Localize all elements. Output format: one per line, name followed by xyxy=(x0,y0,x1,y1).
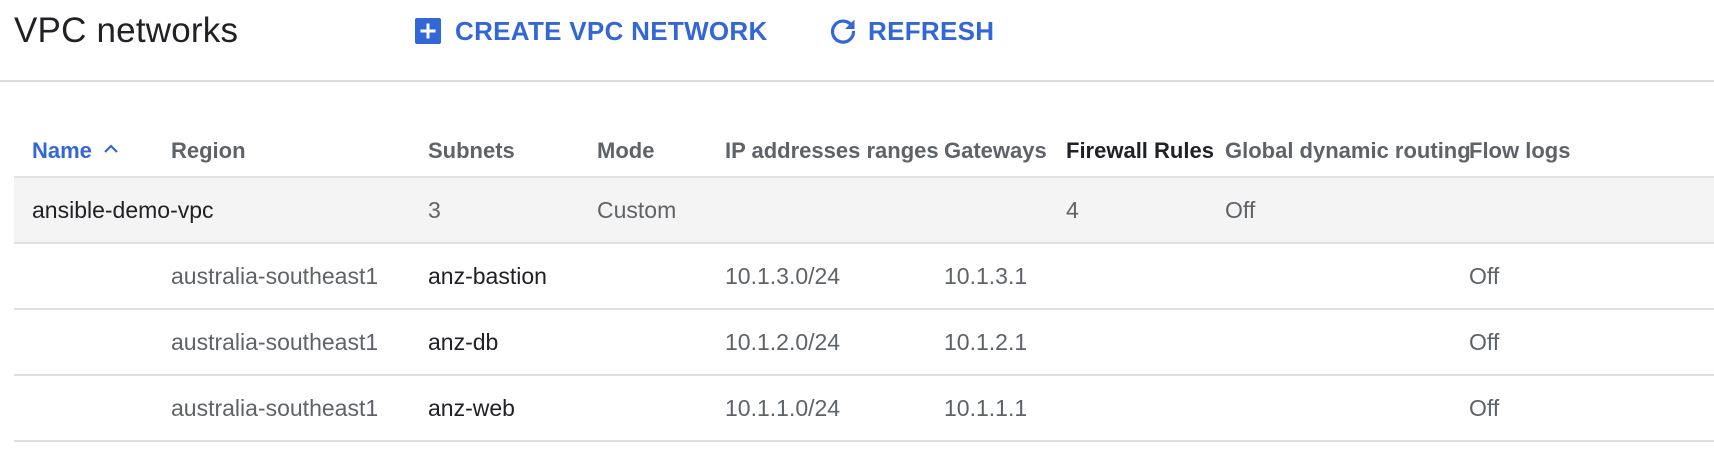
table-header-row: Name Region Subnets Mode IP addresses ra… xyxy=(14,120,1714,178)
network-subnet-count: 3 xyxy=(428,196,441,223)
column-header-name-label: Name xyxy=(32,138,92,163)
vpc-networks-table: Name Region Subnets Mode IP addresses ra… xyxy=(14,120,1714,442)
create-vpc-network-label: CREATE VPC NETWORK xyxy=(455,15,768,46)
column-header-name[interactable]: Name xyxy=(32,120,120,176)
network-firewall-rules-link[interactable]: 4 xyxy=(1066,178,1079,242)
subnet-gateway: 10.1.3.1 xyxy=(944,262,1028,289)
subnet-row: australia-southeast1 anz-bastion 10.1.3.… xyxy=(14,244,1714,310)
subnet-ip-range: 10.1.3.0/24 xyxy=(725,262,841,289)
column-header-subnets[interactable]: Subnets xyxy=(428,120,515,176)
subnet-flow-logs: Off xyxy=(1469,394,1500,421)
column-header-flow-logs[interactable]: Flow logs xyxy=(1469,120,1570,176)
subnet-region: australia-southeast1 xyxy=(171,262,379,289)
subnet-gateway: 10.1.1.1 xyxy=(944,394,1028,421)
column-header-mode[interactable]: Mode xyxy=(597,120,654,176)
add-box-icon xyxy=(413,16,443,46)
refresh-label: REFRESH xyxy=(868,15,995,46)
refresh-button[interactable]: REFRESH xyxy=(828,14,994,48)
column-header-firewall-rules[interactable]: Firewall Rules xyxy=(1066,120,1214,176)
network-global-dynamic-routing: Off xyxy=(1225,196,1256,223)
subnet-flow-logs: Off xyxy=(1469,328,1500,355)
network-name-link[interactable]: ansible-demo-vpc xyxy=(32,178,214,242)
page-header: VPC networks CREATE VPC NETWORK REFRESH xyxy=(0,0,1714,82)
refresh-icon xyxy=(828,16,858,46)
column-header-ip-ranges[interactable]: IP addresses ranges xyxy=(725,120,939,176)
subnet-ip-range: 10.1.2.0/24 xyxy=(725,328,841,355)
subnet-flow-logs: Off xyxy=(1469,262,1500,289)
subnet-region: australia-southeast1 xyxy=(171,328,379,355)
page-title: VPC networks xyxy=(14,11,239,50)
subnet-gateway: 10.1.2.1 xyxy=(944,328,1028,355)
subnet-name-link[interactable]: anz-web xyxy=(428,376,515,440)
network-mode: Custom xyxy=(597,196,677,223)
column-header-gateways[interactable]: Gateways xyxy=(944,120,1047,176)
column-header-global-dynamic-routing[interactable]: Global dynamic routing xyxy=(1225,120,1471,176)
subnet-row: australia-southeast1 anz-web 10.1.1.0/24… xyxy=(14,376,1714,442)
subnet-name-link[interactable]: anz-db xyxy=(428,310,498,374)
subnet-region: australia-southeast1 xyxy=(171,394,379,421)
network-row: ansible-demo-vpc 3 Custom 4 Off xyxy=(14,178,1714,244)
column-header-region[interactable]: Region xyxy=(171,120,246,176)
subnet-ip-range: 10.1.1.0/24 xyxy=(725,394,841,421)
chevron-up-icon xyxy=(102,140,120,158)
subnet-row: australia-southeast1 anz-db 10.1.2.0/24 … xyxy=(14,310,1714,376)
subnet-name-link[interactable]: anz-bastion xyxy=(428,244,547,308)
create-vpc-network-button[interactable]: CREATE VPC NETWORK xyxy=(413,14,768,48)
